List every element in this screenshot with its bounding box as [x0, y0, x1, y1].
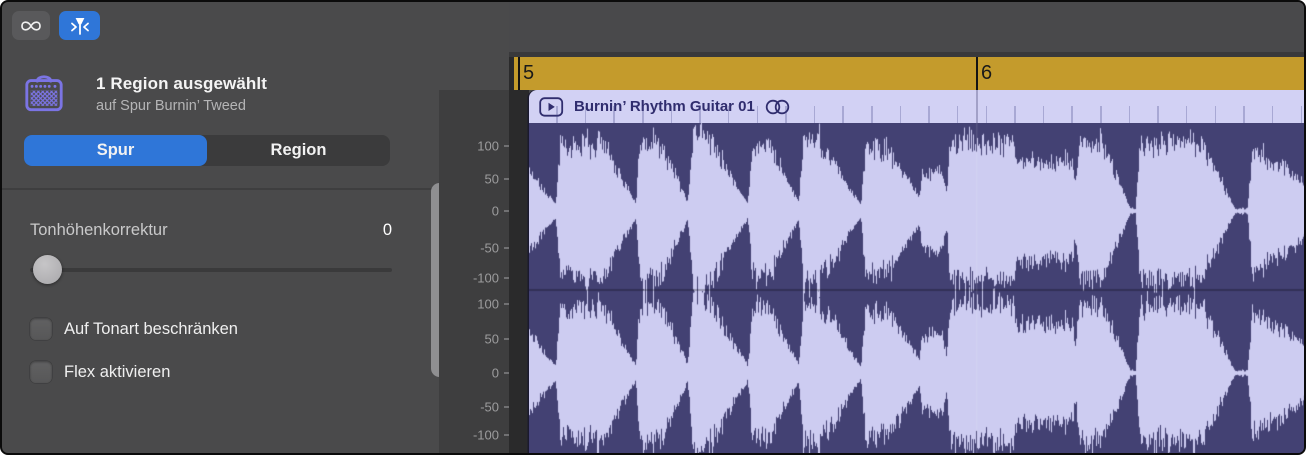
beat-tick: [1272, 106, 1274, 123]
audio-editor-window: 1 Region ausgewählt auf Spur Burnin’ Twe…: [0, 0, 1306, 455]
limit-to-key-checkbox[interactable]: [30, 318, 52, 340]
beat-tick: [699, 106, 701, 123]
pitch-correction-value: 0: [202, 221, 392, 240]
beat-tick: [556, 106, 558, 123]
track-lane-strip: [509, 57, 529, 455]
enable-flex-label: Flex aktivieren: [64, 363, 170, 382]
beat-tick: [1129, 106, 1131, 123]
measure-number: 5: [523, 57, 534, 90]
beat-tick: [757, 106, 759, 123]
beat-tick: [1301, 106, 1303, 123]
flex-marker-icon: [68, 14, 92, 38]
beat-tick: [1071, 106, 1073, 123]
beat-tick: [1100, 106, 1102, 123]
beat-tick: [871, 106, 873, 123]
beat-tick: [785, 106, 787, 123]
show-flex-button[interactable]: [59, 11, 100, 40]
beat-tick: [1157, 106, 1159, 123]
measure-line: [976, 90, 978, 123]
region-play-icon[interactable]: [539, 97, 564, 117]
tab-spur[interactable]: Spur: [24, 135, 207, 166]
selection-title: 1 Region ausgewählt: [96, 74, 267, 94]
beat-ruler[interactable]: 56: [514, 57, 1306, 90]
pitch-slider-thumb[interactable]: [33, 255, 62, 284]
beat-tick: [671, 106, 673, 123]
beat-tick: [642, 106, 644, 123]
beat-tick: [900, 106, 902, 123]
beat-tick: [814, 106, 816, 123]
waveform-canvas[interactable]: [529, 123, 1306, 455]
limit-to-key-label: Auf Tonart beschränken: [64, 320, 238, 339]
beat-tick: [928, 106, 930, 123]
beat-tick: [613, 106, 615, 123]
beat-tick: [1043, 106, 1045, 123]
beat-tick: [957, 106, 959, 123]
beat-tick: [585, 106, 587, 123]
region-header[interactable]: Burnin’ Rhythm Guitar 01: [529, 90, 1306, 123]
stereo-circles-icon: [763, 98, 792, 116]
beat-tick: [1215, 106, 1217, 123]
inspector-tab-bar: Spur Region: [24, 135, 390, 166]
beat-tick: [986, 106, 988, 123]
measure-tick: [518, 57, 520, 90]
beat-tick: [1243, 106, 1245, 123]
editor-top-strip: [509, 2, 1306, 52]
tab-region[interactable]: Region: [207, 135, 390, 166]
catch-playhead-button[interactable]: [12, 11, 50, 40]
pitch-correction-slider[interactable]: [30, 268, 392, 272]
beat-tick: [1186, 106, 1188, 123]
measure-tick: [976, 57, 978, 90]
selection-subtitle: auf Spur Burnin’ Tweed: [96, 98, 246, 114]
amp-icon: [23, 72, 65, 114]
amplitude-scale-column: [439, 90, 509, 455]
measure-number: 6: [981, 57, 992, 90]
beat-tick: [728, 106, 730, 123]
beat-tick: [1014, 106, 1016, 123]
pitch-correction-label: Tonhöhenkorrektur: [30, 221, 168, 240]
bowtie-icon: [19, 14, 43, 38]
beat-tick: [842, 106, 844, 123]
enable-flex-checkbox[interactable]: [30, 361, 52, 383]
